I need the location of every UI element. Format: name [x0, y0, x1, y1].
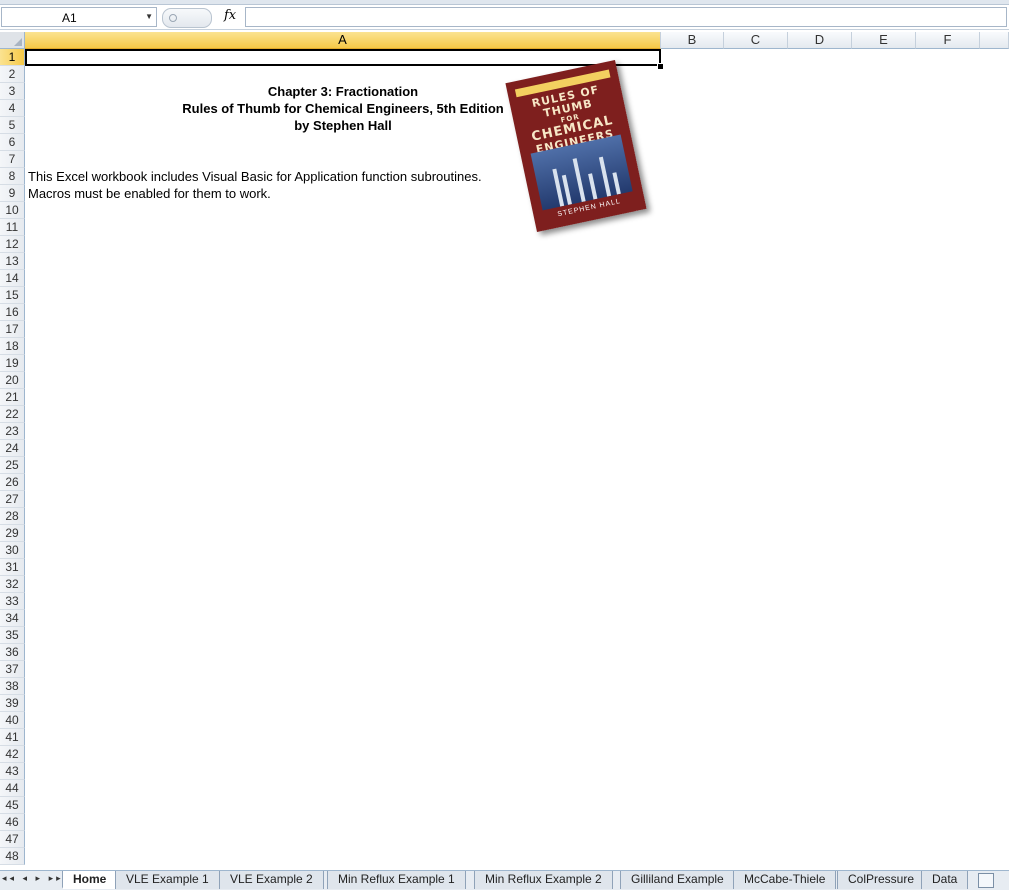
row-header[interactable]: 34	[0, 610, 25, 627]
row-header[interactable]: 12	[0, 236, 25, 253]
select-all-button[interactable]	[0, 32, 25, 49]
tab-min-reflux-example-1[interactable]: Min Reflux Example 1	[327, 871, 466, 889]
cell-a8[interactable]: This Excel workbook includes Visual Basi…	[28, 169, 482, 184]
row-header[interactable]: 47	[0, 831, 25, 848]
row-header[interactable]: 26	[0, 474, 25, 491]
formula-input[interactable]	[245, 7, 1007, 27]
column-header-d[interactable]: D	[788, 32, 852, 49]
row-header[interactable]: 14	[0, 270, 25, 287]
row-header[interactable]: 27	[0, 491, 25, 508]
tab-gilliland-example[interactable]: Gilliland Example	[620, 871, 735, 889]
row-header[interactable]: 8	[0, 168, 25, 185]
row-header[interactable]: 6	[0, 134, 25, 151]
fill-handle[interactable]	[657, 63, 664, 70]
name-box[interactable]: A1 ▼	[1, 7, 157, 27]
row-header[interactable]: 40	[0, 712, 25, 729]
insert-function-button[interactable]: fx	[224, 8, 236, 23]
row-header[interactable]: 5	[0, 117, 25, 134]
row-header[interactable]: 16	[0, 304, 25, 321]
row-header[interactable]: 44	[0, 780, 25, 797]
row-header[interactable]: 32	[0, 576, 25, 593]
formula-bar: A1 ▼ fx	[0, 5, 1009, 30]
cell-a9[interactable]: Macros must be enabled for them to work.	[28, 186, 271, 201]
tab-vle-example-1[interactable]: VLE Example 1	[115, 871, 220, 889]
row-header[interactable]: 23	[0, 423, 25, 440]
row-header[interactable]: 20	[0, 372, 25, 389]
row-header[interactable]: 35	[0, 627, 25, 644]
row-header[interactable]: 45	[0, 797, 25, 814]
row-header[interactable]: 29	[0, 525, 25, 542]
formula-controls: fx	[160, 7, 244, 28]
row-header[interactable]: 36	[0, 644, 25, 661]
row-header[interactable]: 31	[0, 559, 25, 576]
row-header[interactable]: 43	[0, 763, 25, 780]
row-header[interactable]: 18	[0, 338, 25, 355]
row-header[interactable]: 41	[0, 729, 25, 746]
row-header[interactable]: 15	[0, 287, 25, 304]
column-header-a[interactable]: A	[25, 32, 661, 49]
row-header[interactable]: 1	[0, 49, 25, 66]
row-header[interactable]: 24	[0, 440, 25, 457]
row-header[interactable]: 7	[0, 151, 25, 168]
insert-worksheet-icon[interactable]	[978, 873, 994, 888]
row-header[interactable]: 9	[0, 185, 25, 202]
tab-vle-example-2[interactable]: VLE Example 2	[219, 871, 324, 889]
tab-data[interactable]: Data	[921, 871, 969, 889]
tab-colpressure[interactable]: ColPressure	[837, 871, 926, 889]
row-header[interactable]: 2	[0, 66, 25, 83]
column-header-e[interactable]: E	[852, 32, 916, 49]
column-header-c[interactable]: C	[724, 32, 788, 49]
row-header[interactable]: 3	[0, 83, 25, 100]
row-header[interactable]: 28	[0, 508, 25, 525]
row-header[interactable]: 39	[0, 695, 25, 712]
row-header[interactable]: 17	[0, 321, 25, 338]
row-header[interactable]: 11	[0, 219, 25, 236]
row-header[interactable]: 4	[0, 100, 25, 117]
column-header-g[interactable]	[980, 32, 1009, 49]
row-header[interactable]: 48	[0, 848, 25, 865]
tab-min-reflux-example-2[interactable]: Min Reflux Example 2	[474, 871, 613, 889]
circle-icon	[169, 14, 177, 22]
column-header-f[interactable]: F	[916, 32, 980, 49]
row-header[interactable]: 10	[0, 202, 25, 219]
tab-home[interactable]: Home	[62, 871, 118, 889]
row-header[interactable]: 30	[0, 542, 25, 559]
row-header[interactable]: 22	[0, 406, 25, 423]
row-header[interactable]: 42	[0, 746, 25, 763]
row-header[interactable]: 25	[0, 457, 25, 474]
row-header[interactable]: 33	[0, 593, 25, 610]
row-header[interactable]: 21	[0, 389, 25, 406]
formula-bar-resize-handle[interactable]	[162, 8, 212, 28]
column-header-b[interactable]: B	[661, 32, 724, 49]
row-header[interactable]: 13	[0, 253, 25, 270]
selected-cell-a1[interactable]	[25, 49, 661, 66]
sheet-tab-bar: ◂◂ ◂ ▸ ▸▸ Home VLE Example 1 VLE Example…	[0, 870, 1009, 890]
chevron-down-icon[interactable]: ▼	[145, 12, 153, 21]
row-header[interactable]: 46	[0, 814, 25, 831]
tab-mccabe-thiele[interactable]: McCabe-Thiele	[733, 871, 837, 889]
row-header[interactable]: 38	[0, 678, 25, 695]
row-header[interactable]: 19	[0, 355, 25, 372]
name-box-value: A1	[62, 11, 77, 25]
row-headers: 1 2 3 4 5 6 7 8 9 10 11 12 13 14 15 16 1…	[0, 49, 25, 865]
row-header[interactable]: 37	[0, 661, 25, 678]
sheet-nav-arrows-icon[interactable]: ◂◂ ◂ ▸ ▸▸	[2, 873, 64, 884]
